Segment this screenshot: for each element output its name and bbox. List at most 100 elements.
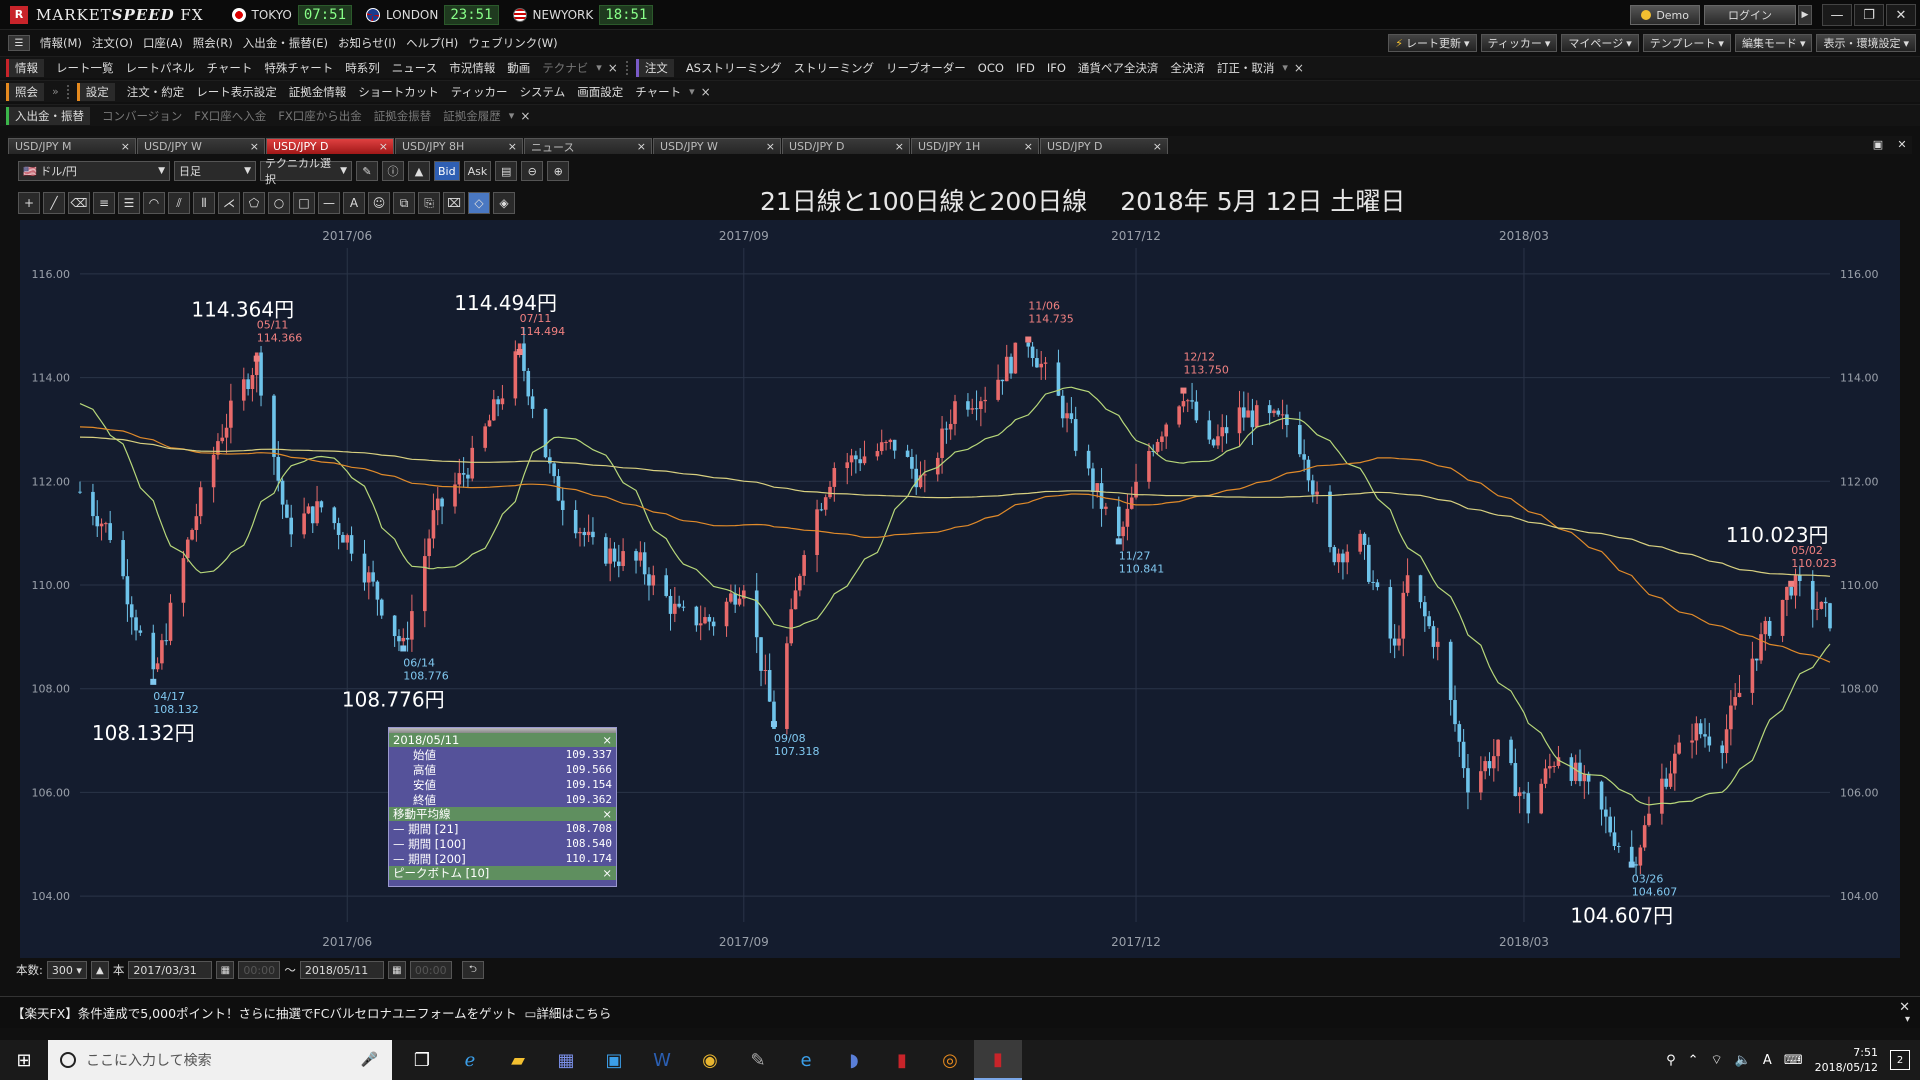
tool-market-info[interactable]: 市況情報 bbox=[449, 60, 495, 76]
tool-news[interactable]: ニュース bbox=[392, 60, 437, 76]
taskbar-clock[interactable]: 7:51 2018/05/12 bbox=[1815, 1045, 1878, 1075]
tool-rate-panel[interactable]: レートパネル bbox=[126, 60, 195, 76]
tool-fx-deposit[interactable]: FX口座へ入金 bbox=[194, 108, 266, 124]
menu-notice[interactable]: お知らせ(I) bbox=[338, 35, 396, 51]
close-icon[interactable]: × bbox=[608, 61, 618, 75]
paint-icon[interactable]: ✎ bbox=[734, 1040, 782, 1080]
chart-svg[interactable]: 116.00 116.00 114.00 114.00 112.00 112.00 110.… bbox=[20, 220, 1900, 958]
menu-inquiry[interactable]: 照会(R) bbox=[193, 35, 233, 51]
fibonacci-icon[interactable]: ☰ bbox=[118, 192, 140, 214]
window-app-icon[interactable]: ▣ bbox=[590, 1040, 638, 1080]
volume-icon[interactable]: 🔈 bbox=[1735, 1053, 1751, 1068]
grip-handle[interactable] bbox=[625, 60, 630, 75]
tool-chart[interactable]: チャート bbox=[207, 60, 253, 76]
taskbar-search-input[interactable]: ここに入力して検索 🎤 bbox=[48, 1040, 392, 1080]
ie-icon[interactable]: ℯ bbox=[446, 1040, 494, 1080]
to-time-field[interactable]: 00:00 bbox=[409, 961, 452, 979]
close-icon[interactable]: × bbox=[379, 140, 388, 153]
ask-toggle[interactable]: Ask bbox=[463, 161, 492, 181]
tool-special-chart[interactable]: 特殊チャート bbox=[264, 60, 333, 76]
tab-usdjpy-d-3[interactable]: USD/JPY D × bbox=[1040, 138, 1168, 154]
rectangle-icon[interactable]: □ bbox=[293, 192, 315, 214]
close-icon[interactable]: × bbox=[1024, 140, 1033, 153]
login-button[interactable]: ログイン bbox=[1704, 5, 1796, 25]
tool-order-exec[interactable]: 注文・約定 bbox=[127, 84, 185, 100]
tab-usdjpy-8h[interactable]: USD/JPY 8H × bbox=[395, 138, 523, 154]
dropdown-arrow-icon[interactable]: ▾ bbox=[509, 109, 515, 122]
eraser-icon[interactable]: ⌫ bbox=[68, 192, 90, 214]
close-icon[interactable]: × bbox=[637, 140, 646, 153]
trendline-icon[interactable]: ╱ bbox=[43, 192, 65, 214]
menu-hamburger-icon[interactable]: ☰ bbox=[8, 35, 30, 51]
horizontal-lines-icon[interactable]: ≡ bbox=[93, 192, 115, 214]
ohlc-info-popup[interactable]: 2018/05/11 × 始値 109.337 高値 109.566 安値 109.15… bbox=[388, 727, 617, 887]
app-shield-icon[interactable]: ◗ bbox=[830, 1040, 878, 1080]
reload-icon[interactable]: ⮌ bbox=[461, 961, 484, 979]
candlestick-chart[interactable]: 116.00 116.00 114.00 114.00 112.00 112.00 110.… bbox=[20, 220, 1900, 958]
chevron-up-icon[interactable]: ⌃ bbox=[1688, 1053, 1699, 1068]
menu-order[interactable]: 注文(O) bbox=[92, 35, 133, 51]
menu-help[interactable]: ヘルプ(H) bbox=[406, 35, 458, 51]
close-icon[interactable]: × bbox=[602, 807, 612, 821]
tab-usdjpy-w[interactable]: USD/JPY W × bbox=[137, 138, 265, 154]
maximize-icon[interactable]: ▣ bbox=[1868, 136, 1888, 152]
stamp-icon[interactable]: ☺ bbox=[368, 192, 390, 214]
tool-pair-settle[interactable]: 通貨ペア全決済 bbox=[1078, 60, 1159, 76]
mypage-button[interactable]: マイページ ▾ bbox=[1561, 34, 1639, 52]
from-date-field[interactable]: 2017/03/31 bbox=[128, 961, 213, 979]
close-icon[interactable]: × bbox=[602, 866, 612, 880]
crosshair-icon[interactable]: + bbox=[18, 192, 40, 214]
task-view-icon[interactable]: ❐ bbox=[398, 1040, 446, 1080]
tab-usdjpy-1h[interactable]: USD/JPY 1H × bbox=[911, 138, 1039, 154]
dropdown-arrow-icon[interactable]: ▾ bbox=[689, 85, 695, 98]
from-time-field[interactable]: 00:00 bbox=[238, 961, 281, 979]
chrome-icon[interactable]: ◉ bbox=[686, 1040, 734, 1080]
microphone-icon[interactable]: 🎤 bbox=[361, 1052, 378, 1068]
ticker-detail-link[interactable]: ▭詳細はこちら bbox=[525, 1003, 612, 1022]
tool-screen-settings[interactable]: 画面設定 bbox=[577, 84, 623, 100]
period-select[interactable]: 日足 ▼ bbox=[174, 161, 256, 181]
tool-fx-withdraw[interactable]: FX口座から出金 bbox=[278, 108, 362, 124]
select-icon[interactable]: ◇ bbox=[468, 192, 490, 214]
close-icon[interactable]: × bbox=[701, 85, 711, 99]
circle-icon[interactable]: ○ bbox=[268, 192, 290, 214]
close-icon[interactable]: × bbox=[121, 140, 130, 153]
ime-indicator[interactable]: A bbox=[1763, 1053, 1772, 1068]
tab-usdjpy-m[interactable]: USD/JPY M × bbox=[8, 138, 136, 154]
rate-update-button[interactable]: ⚡ レート更新 ▾ bbox=[1388, 34, 1477, 52]
edit-mode-button[interactable]: 編集モード ▾ bbox=[1734, 34, 1813, 52]
menu-info[interactable]: 情報(M) bbox=[40, 35, 82, 51]
tool-rate-list[interactable]: レート一覧 bbox=[56, 60, 114, 76]
tool-shortcut[interactable]: ショートカット bbox=[358, 84, 439, 100]
network-icon[interactable]: ⌔ bbox=[1711, 1052, 1723, 1068]
display-settings-button[interactable]: 表示・環境設定 ▾ bbox=[1816, 34, 1916, 52]
close-icon[interactable]: × bbox=[250, 140, 259, 153]
close-icon[interactable]: × bbox=[1153, 140, 1162, 153]
tool-margin-transfer[interactable]: 証拠金振替 bbox=[374, 108, 432, 124]
people-icon[interactable]: ⚲ bbox=[1666, 1053, 1676, 1068]
channel-icon[interactable]: ⫽ bbox=[168, 192, 190, 214]
tool-system[interactable]: システム bbox=[520, 84, 566, 100]
hline-icon[interactable]: — bbox=[318, 192, 340, 214]
tab-usdjpy-d-2[interactable]: USD/JPY D × bbox=[782, 138, 910, 154]
tool-conversion[interactable]: コンバージョン bbox=[102, 108, 182, 124]
dropdown-arrow-icon[interactable]: » bbox=[52, 85, 59, 98]
pentagon-icon[interactable]: ⬠ bbox=[243, 192, 265, 214]
area-chart-icon[interactable]: ▲ bbox=[408, 161, 430, 181]
close-icon[interactable]: ✕ bbox=[1899, 1000, 1910, 1015]
info-icon[interactable]: ⓘ bbox=[382, 161, 404, 181]
tool-ticker[interactable]: ティッカー bbox=[451, 84, 508, 100]
restore-button[interactable]: ❐ bbox=[1854, 4, 1884, 26]
calendar-icon[interactable]: ▦ bbox=[387, 961, 406, 979]
login-arrow-button[interactable]: ▶ bbox=[1798, 5, 1812, 25]
vertical-lines-icon[interactable]: ⦀ bbox=[193, 192, 215, 214]
to-date-field[interactable]: 2018/05/11 bbox=[299, 961, 384, 979]
tool-as-streaming[interactable]: ASストリーミング bbox=[686, 60, 782, 76]
marketspeed-fx-app-icon[interactable]: ▮ bbox=[974, 1040, 1022, 1080]
keyboard-icon[interactable]: ⌨ bbox=[1784, 1053, 1803, 1068]
word-icon[interactable]: W bbox=[638, 1040, 686, 1080]
chevron-down-icon[interactable]: ▾ bbox=[1905, 1014, 1910, 1025]
close-icon[interactable]: × bbox=[766, 140, 775, 153]
text-icon[interactable]: A bbox=[343, 192, 365, 214]
tool-settle-all[interactable]: 全決済 bbox=[1170, 60, 1205, 76]
